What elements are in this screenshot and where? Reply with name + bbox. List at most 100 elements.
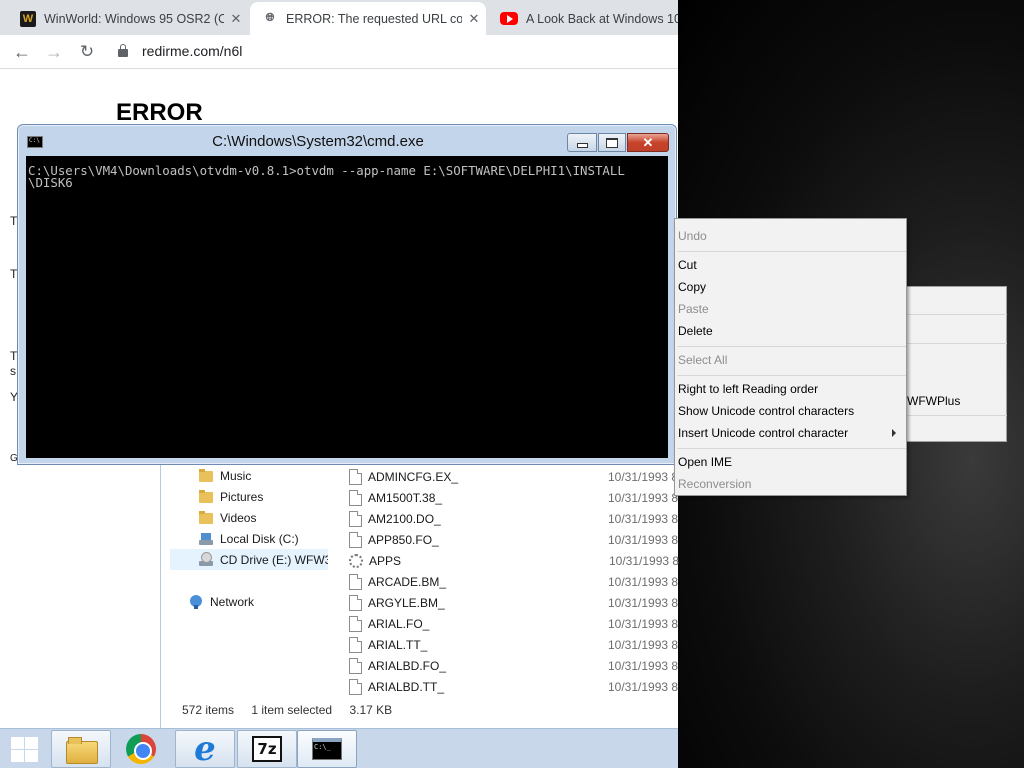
menu-separator	[677, 251, 906, 252]
pictures-folder-icon	[198, 489, 214, 505]
file-date: 10/31/1993 8:	[608, 595, 678, 610]
videos-folder-icon	[198, 510, 214, 526]
file-name: AM1500T.38_	[368, 490, 443, 505]
item-count: 572 items	[182, 703, 235, 717]
file-row[interactable]: ARGYLE.BM_ 10/31/1993 8:	[349, 592, 679, 613]
menu-separator	[677, 375, 906, 376]
file-row[interactable]: AM1500T.38_ 10/31/1993 8:	[349, 487, 679, 508]
taskbar-command-prompt[interactable]: C:\_	[297, 730, 357, 768]
nav-item-label: Music	[220, 468, 252, 483]
file-icon	[349, 615, 362, 632]
menu-item-open-ime[interactable]: Open IME	[675, 451, 906, 473]
submenu-arrow-icon	[892, 429, 896, 437]
file-row[interactable]: APP850.FO_ 10/31/1993 8:	[349, 529, 679, 550]
tab-youtube[interactable]: A Look Back at Windows 10	[488, 2, 678, 35]
menu-item-cut[interactable]: Cut	[675, 254, 906, 276]
7zip-icon: 7z	[252, 736, 282, 762]
reload-icon[interactable]: ↻	[74, 39, 100, 65]
globe-icon: 🌐︎	[265, 12, 275, 24]
tab-error[interactable]: 🌐︎ ERROR: The requested URL could not be…	[250, 2, 486, 35]
file-name: APP850.FO_	[368, 532, 439, 547]
cmd-window[interactable]: C:\Windows\System32\cmd.exe ✕ C:\Users\V…	[17, 124, 677, 465]
winworld-icon: W	[20, 10, 36, 27]
youtube-icon	[500, 12, 518, 25]
menu-separator	[907, 314, 1007, 315]
close-tab-icon[interactable]: ✕	[462, 11, 486, 27]
file-icon	[349, 636, 362, 653]
tab-winworld[interactable]: W WinWorld: Windows 95 OSR2 (OEM ✕	[8, 2, 248, 35]
nav-item-local-disk[interactable]: Local Disk (C:)	[198, 528, 299, 549]
menu-item-paste[interactable]: Paste	[675, 298, 906, 320]
file-date: 10/31/1993 8:	[608, 616, 678, 631]
file-row[interactable]: ARCADE.BM_ 10/31/1993 8:	[349, 571, 679, 592]
file-date: 10/31/1993 8:	[608, 532, 678, 547]
close-button[interactable]: ✕	[627, 133, 669, 152]
nav-item-label: Network	[210, 594, 255, 609]
background-menu: WFWPlus	[906, 286, 1007, 442]
file-name: ARIALBD.TT_	[368, 679, 445, 694]
menu-item-show-unicode-control[interactable]: Show Unicode control characters	[675, 400, 906, 422]
nav-item-label: Videos	[220, 510, 257, 525]
page-text-fragment: s	[10, 364, 16, 378]
menu-item-delete[interactable]: Delete	[675, 320, 906, 342]
tab-strip: W WinWorld: Windows 95 OSR2 (OEM ✕ 🌐︎ ER…	[0, 0, 678, 35]
lock-icon[interactable]	[118, 44, 128, 58]
cd-drive-icon	[198, 551, 214, 568]
menu-item-copy[interactable]: Copy	[675, 276, 906, 298]
file-row[interactable]: ARIALBD.FO_ 10/31/1993 8:	[349, 655, 679, 676]
gear-icon	[349, 553, 363, 568]
menu-item-rtl-reading-order[interactable]: Right to left Reading order	[675, 378, 906, 400]
file-icon	[349, 657, 362, 674]
status-bar: 572 items 1 item selected 3.17 KB	[182, 703, 406, 717]
file-name: ARIALBD.FO_	[368, 658, 447, 673]
address-bar[interactable]: redirme.com/n6l	[142, 43, 242, 59]
forward-arrow-icon[interactable]: →	[41, 39, 67, 65]
menu-item-label[interactable]: WFWPlus	[907, 394, 960, 408]
file-date: 10/31/1993 8:	[608, 658, 678, 673]
file-date: 10/31/1993 8:	[608, 469, 678, 484]
minimize-button[interactable]	[567, 133, 597, 152]
file-name: AM2100.DO_	[368, 511, 441, 526]
file-row[interactable]: APPS 10/31/1993 8:	[349, 550, 679, 571]
menu-separator	[677, 346, 906, 347]
close-tab-icon[interactable]: ✕	[224, 11, 248, 27]
taskbar-internet-explorer[interactable]: e	[175, 730, 235, 768]
file-name: ARCADE.BM_	[368, 574, 447, 589]
music-folder-icon	[198, 468, 214, 484]
menu-separator	[907, 343, 1007, 344]
file-row[interactable]: ADMINCFG.EX_ 10/31/1993 8:	[349, 466, 679, 487]
file-row[interactable]: ARIAL.TT_ 10/31/1993 8:	[349, 634, 679, 655]
windows-logo-icon	[11, 737, 24, 749]
file-date: 10/31/1993 8:	[608, 511, 678, 526]
file-icon	[349, 573, 362, 590]
file-icon	[349, 510, 362, 527]
menu-item-select-all[interactable]: Select All	[675, 349, 906, 371]
title-bar[interactable]: C:\Windows\System32\cmd.exe ✕	[18, 125, 676, 155]
file-icon	[349, 594, 362, 611]
folder-icon	[65, 735, 98, 764]
console-area[interactable]: C:\Users\VM4\Downloads\otvdm-v0.8.1>otvd…	[26, 156, 668, 458]
menu-item-reconversion[interactable]: Reconversion	[675, 473, 906, 495]
nav-item-pictures[interactable]: Pictures	[198, 486, 263, 507]
file-row[interactable]: AM2100.DO_ 10/31/1993 8:	[349, 508, 679, 529]
console-output: C:\Users\VM4\Downloads\otvdm-v0.8.1>otvd…	[28, 163, 625, 190]
file-row[interactable]: ARIALBD.TT_ 10/31/1993 8:	[349, 676, 679, 697]
nav-item-network[interactable]: Network	[188, 591, 254, 612]
internet-explorer-icon: e	[194, 729, 216, 768]
nav-item-cd-drive[interactable]: CD Drive (E:) WFW311	[170, 549, 328, 570]
start-button[interactable]	[8, 734, 40, 764]
taskbar-file-explorer[interactable]	[51, 730, 111, 768]
file-date: 10/31/1993 8:	[608, 490, 678, 505]
maximize-button[interactable]	[598, 133, 626, 152]
menu-item-insert-unicode-control[interactable]: Insert Unicode control character	[675, 422, 906, 444]
cmd-icon: C:\_	[312, 738, 342, 760]
nav-item-music[interactable]: Music	[198, 465, 251, 486]
nav-item-videos[interactable]: Videos	[198, 507, 256, 528]
file-row[interactable]: ARIAL.FO_ 10/31/1993 8:	[349, 613, 679, 634]
menu-item-undo[interactable]: Undo	[675, 225, 906, 247]
context-menu: Undo Cut Copy Paste Delete Select All Ri…	[674, 218, 907, 496]
taskbar-chrome[interactable]	[111, 730, 171, 768]
back-arrow-icon[interactable]: ←	[9, 39, 35, 65]
network-icon	[188, 594, 204, 610]
taskbar-7zip[interactable]: 7z	[237, 730, 297, 768]
